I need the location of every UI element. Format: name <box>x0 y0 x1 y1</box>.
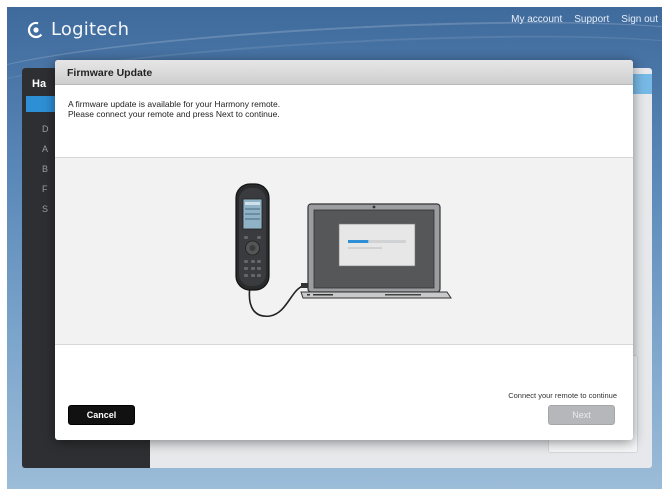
connection-status-text: Connect your remote to continue <box>508 391 617 400</box>
next-button[interactable]: Next <box>548 405 615 425</box>
harmony-remote-icon <box>235 183 270 291</box>
sign-out-link[interactable]: Sign out <box>621 14 658 25</box>
background-sidebar-title: Ha <box>32 78 47 90</box>
dialog-message-line: Please connect your remote and press Nex… <box>68 109 280 119</box>
cancel-button[interactable]: Cancel <box>68 405 135 425</box>
brand-name: Logitech <box>51 19 130 40</box>
my-account-link[interactable]: My account <box>511 14 562 25</box>
background-sidebar-item: B <box>42 164 49 174</box>
background-sidebar-item: D <box>42 124 49 134</box>
firmware-update-dialog: Firmware Update A firmware update is ava… <box>55 60 633 440</box>
connection-illustration <box>55 157 633 345</box>
background-sidebar-item: S <box>42 204 49 214</box>
update-progress-fill <box>348 240 369 243</box>
dialog-message: A firmware update is available for your … <box>55 85 633 157</box>
logitech-logo[interactable]: Logitech <box>27 19 129 40</box>
background-sidebar-item: F <box>42 184 48 194</box>
logitech-logo-icon <box>27 21 45 39</box>
dialog-message-line: A firmware update is available for your … <box>68 99 281 109</box>
background-sidebar-active-item <box>26 96 56 112</box>
support-link[interactable]: Support <box>574 14 609 25</box>
dialog-title: Firmware Update <box>55 60 633 85</box>
laptop-icon <box>300 203 452 299</box>
background-sidebar-item: A <box>42 144 49 154</box>
top-links: My account Support Sign out <box>511 14 658 25</box>
